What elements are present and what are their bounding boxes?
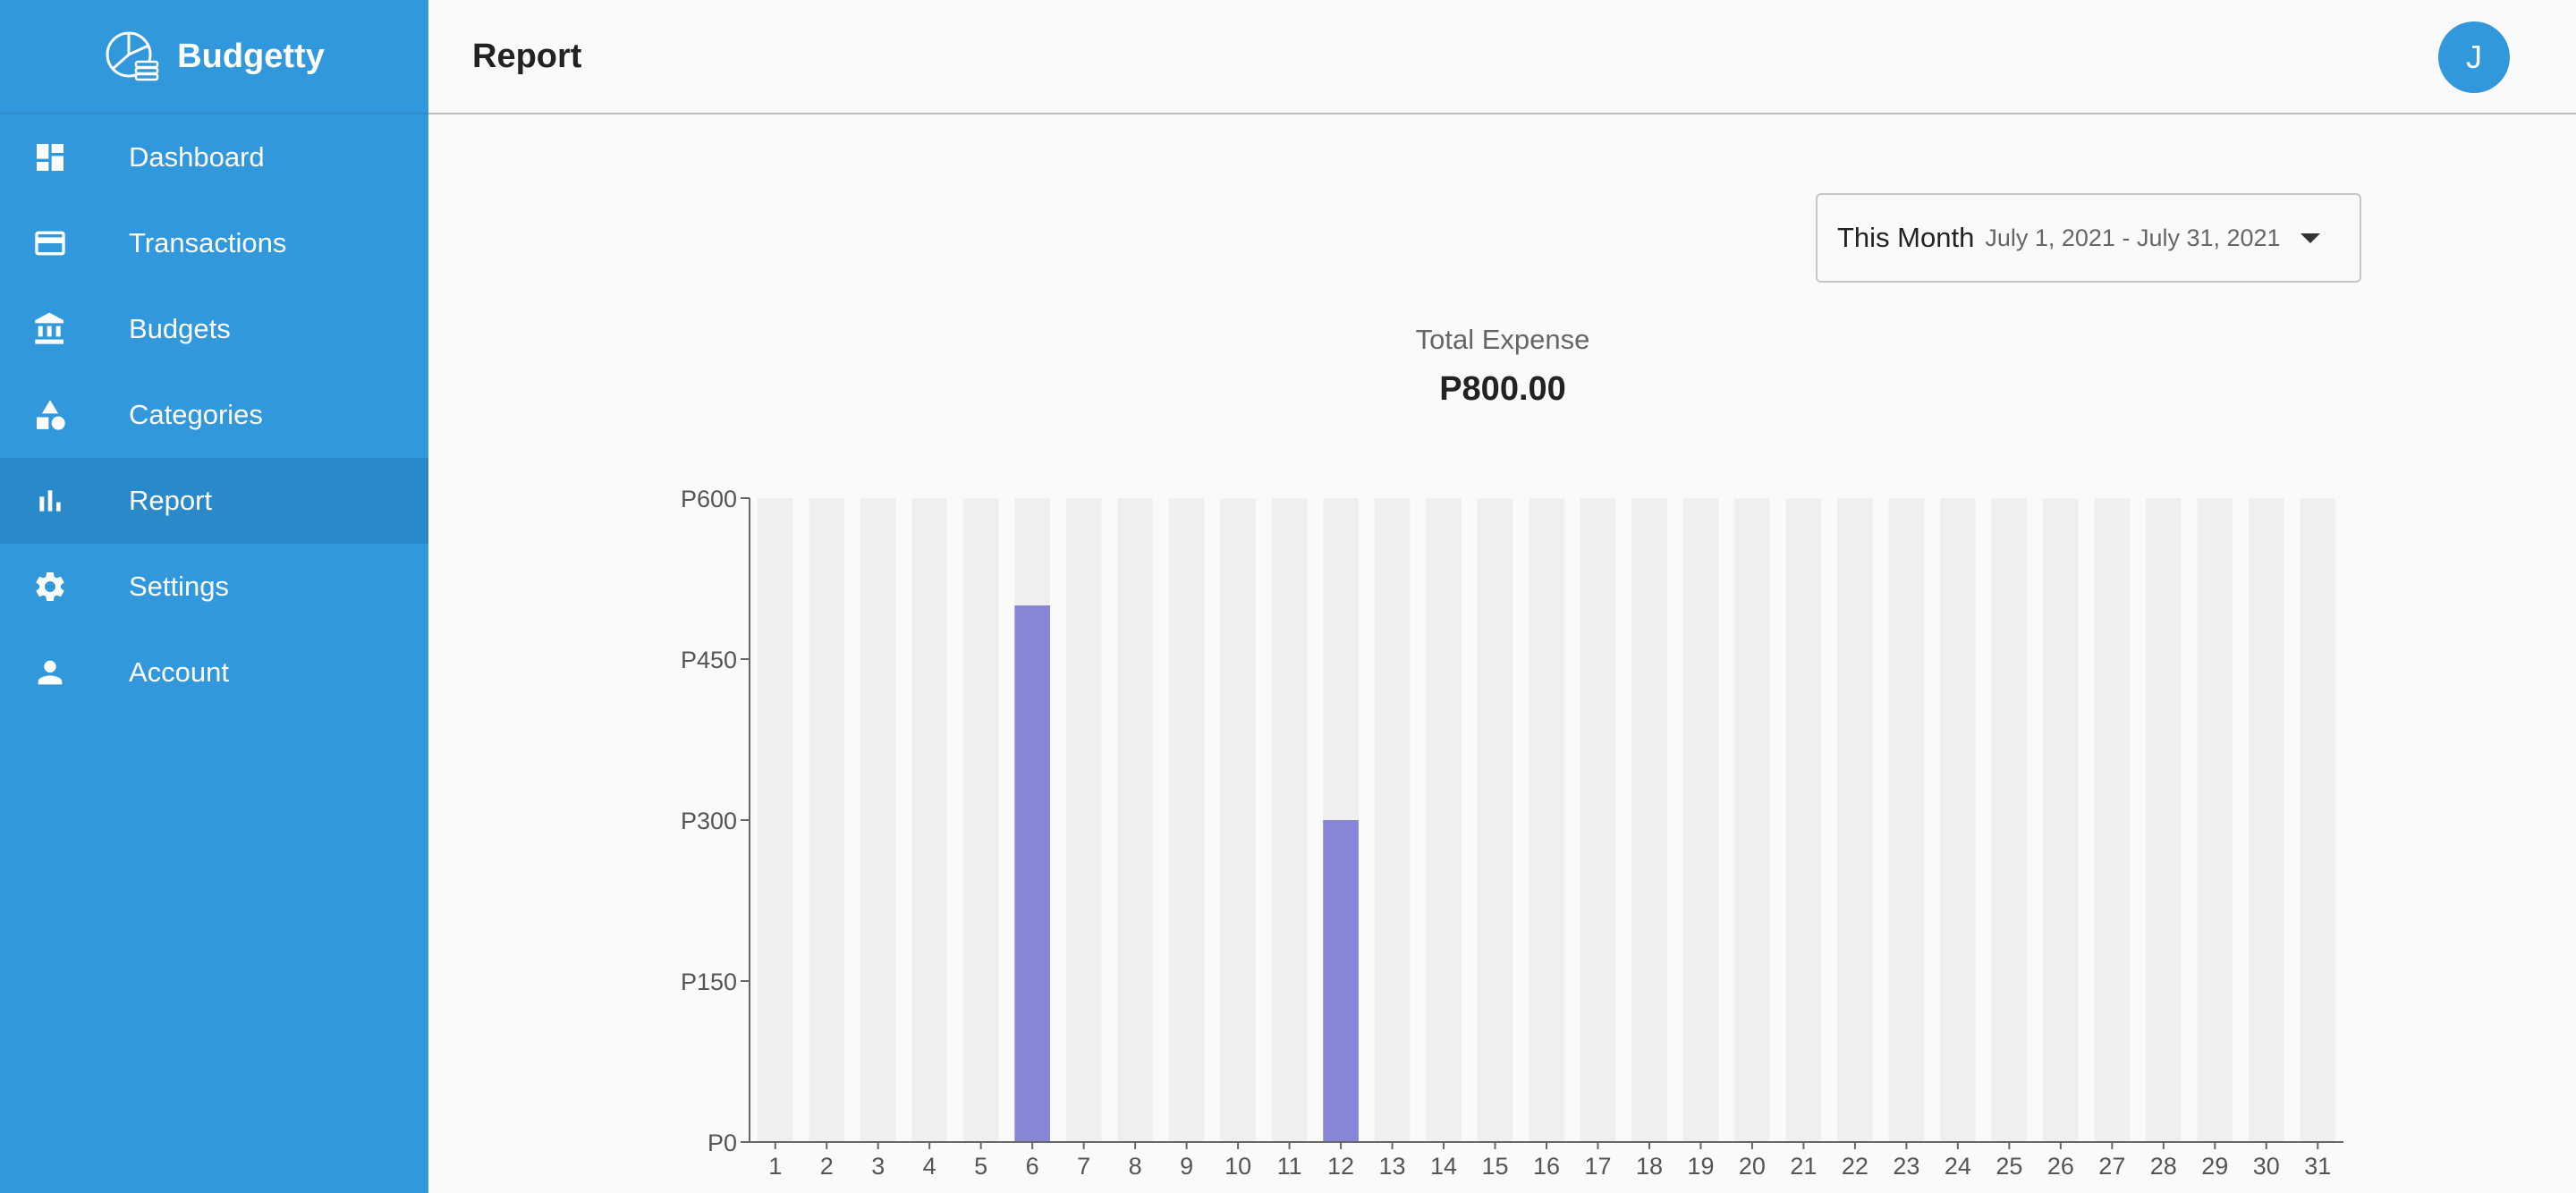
x-tick-label: 11 xyxy=(1277,1153,1302,1180)
bar-background xyxy=(2145,498,2182,1142)
bar-background xyxy=(2248,498,2284,1142)
y-tick-label: P450 xyxy=(681,647,737,673)
bar-background xyxy=(1477,498,1513,1142)
x-tick-label: 16 xyxy=(1533,1153,1560,1180)
bar-background xyxy=(1426,498,1462,1142)
bar-background xyxy=(1888,498,1925,1142)
x-tick-label: 6 xyxy=(1026,1153,1039,1180)
bar-background xyxy=(1580,498,1616,1142)
bar-background xyxy=(757,498,793,1142)
bar-background xyxy=(1991,498,2028,1142)
x-tick-label: 25 xyxy=(1996,1153,2022,1180)
bar-day-6 xyxy=(1014,605,1050,1142)
x-tick-label: 18 xyxy=(1636,1153,1663,1180)
x-tick-label: 23 xyxy=(1893,1153,1919,1180)
x-tick-label: 14 xyxy=(1430,1153,1457,1180)
bar-background xyxy=(1168,498,1205,1142)
x-tick-label: 10 xyxy=(1224,1153,1251,1180)
x-tick-label: 27 xyxy=(2098,1153,2125,1180)
x-tick-label: 24 xyxy=(1945,1153,1971,1180)
bar-background xyxy=(1785,498,1822,1142)
app-root: Budgetty Dashboard Transactions Budgets xyxy=(0,0,2576,1193)
x-tick-label: 31 xyxy=(2304,1153,2331,1180)
bar-background xyxy=(809,498,845,1142)
x-tick-label: 26 xyxy=(2047,1153,2074,1180)
x-tick-label: 30 xyxy=(2253,1153,2280,1180)
bar-background xyxy=(1374,498,1411,1142)
x-tick-label: 21 xyxy=(1790,1153,1817,1180)
x-tick-label: 9 xyxy=(1180,1153,1193,1180)
bar-background xyxy=(1271,498,1308,1142)
x-tick-label: 15 xyxy=(1481,1153,1508,1180)
bar-background xyxy=(2197,498,2233,1142)
bar-background xyxy=(1529,498,1564,1142)
bar-day-12 xyxy=(1323,820,1359,1142)
x-tick-label: 3 xyxy=(871,1153,885,1180)
x-tick-label: 12 xyxy=(1327,1153,1354,1180)
y-tick-label: P600 xyxy=(681,486,737,512)
bar-background xyxy=(2300,498,2336,1142)
bar-background xyxy=(1631,498,1667,1142)
bar-background xyxy=(1940,498,1976,1142)
x-tick-label: 1 xyxy=(768,1153,782,1180)
bar-background xyxy=(2043,498,2079,1142)
y-tick-label: P0 xyxy=(708,1130,737,1156)
x-tick-label: 13 xyxy=(1379,1153,1406,1180)
x-tick-label: 5 xyxy=(974,1153,987,1180)
x-tick-label: 29 xyxy=(2201,1153,2228,1180)
y-tick-label: P300 xyxy=(681,808,737,834)
bar-background xyxy=(911,498,948,1142)
bar-background xyxy=(2094,498,2131,1142)
expense-bar-chart: 1 2 3 4 5 6 7 8 9 10 11 12 13 14 15 16 17 18 19 20 21 22 23 24 2… xyxy=(681,486,2343,1180)
x-tick-label: 4 xyxy=(923,1153,936,1180)
x-tick-label: 20 xyxy=(1739,1153,1766,1180)
bar-background xyxy=(1117,498,1153,1142)
x-tick-label: 17 xyxy=(1584,1153,1611,1180)
bar-background xyxy=(1065,498,1102,1142)
x-tick-label: 22 xyxy=(1842,1153,1868,1180)
bar-background xyxy=(1220,498,1256,1142)
y-tick-label: P150 xyxy=(681,969,737,995)
x-tick-label: 7 xyxy=(1077,1153,1090,1180)
bar-background xyxy=(860,498,896,1142)
bar-background xyxy=(1734,498,1770,1142)
x-tick-label: 8 xyxy=(1129,1153,1142,1180)
x-tick-label: 2 xyxy=(820,1153,834,1180)
bar-background xyxy=(1837,498,1873,1142)
bar-background xyxy=(1682,498,1719,1142)
bar-background xyxy=(962,498,999,1142)
x-tick-label: 19 xyxy=(1687,1153,1714,1180)
x-tick-label: 28 xyxy=(2150,1153,2177,1180)
